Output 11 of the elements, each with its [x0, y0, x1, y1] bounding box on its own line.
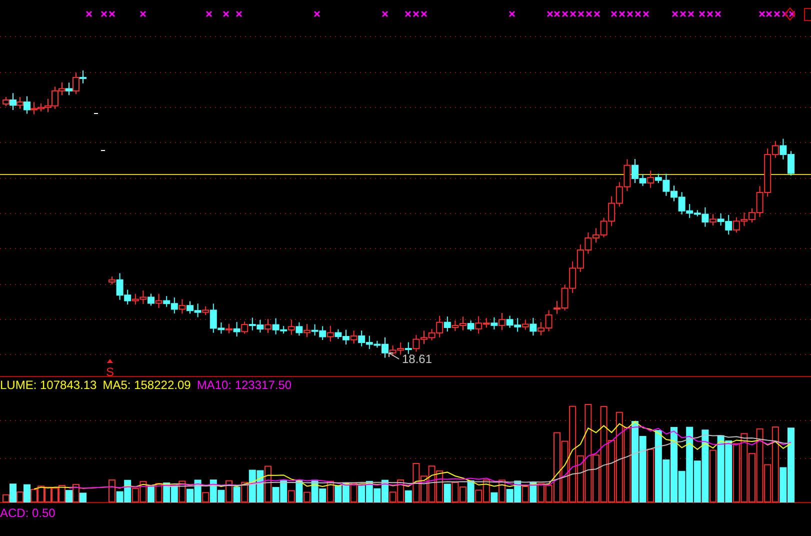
up-arrow-icon: [107, 359, 113, 363]
signal-label: S: [106, 365, 114, 379]
pointer-arrow-icon: [388, 352, 400, 360]
low-price-label: 18.61: [402, 352, 432, 366]
legend-label: LUME: 107843.13: [0, 378, 97, 392]
diamond-icon: [784, 7, 796, 21]
dash-mark: [100, 150, 106, 151]
legend-label: MA5: 158222.09: [102, 378, 191, 392]
legend-label: MA10: 123317.50: [196, 378, 292, 392]
dash-mark: [94, 113, 98, 114]
indicator-label: ACD: 0.50: [0, 506, 56, 520]
